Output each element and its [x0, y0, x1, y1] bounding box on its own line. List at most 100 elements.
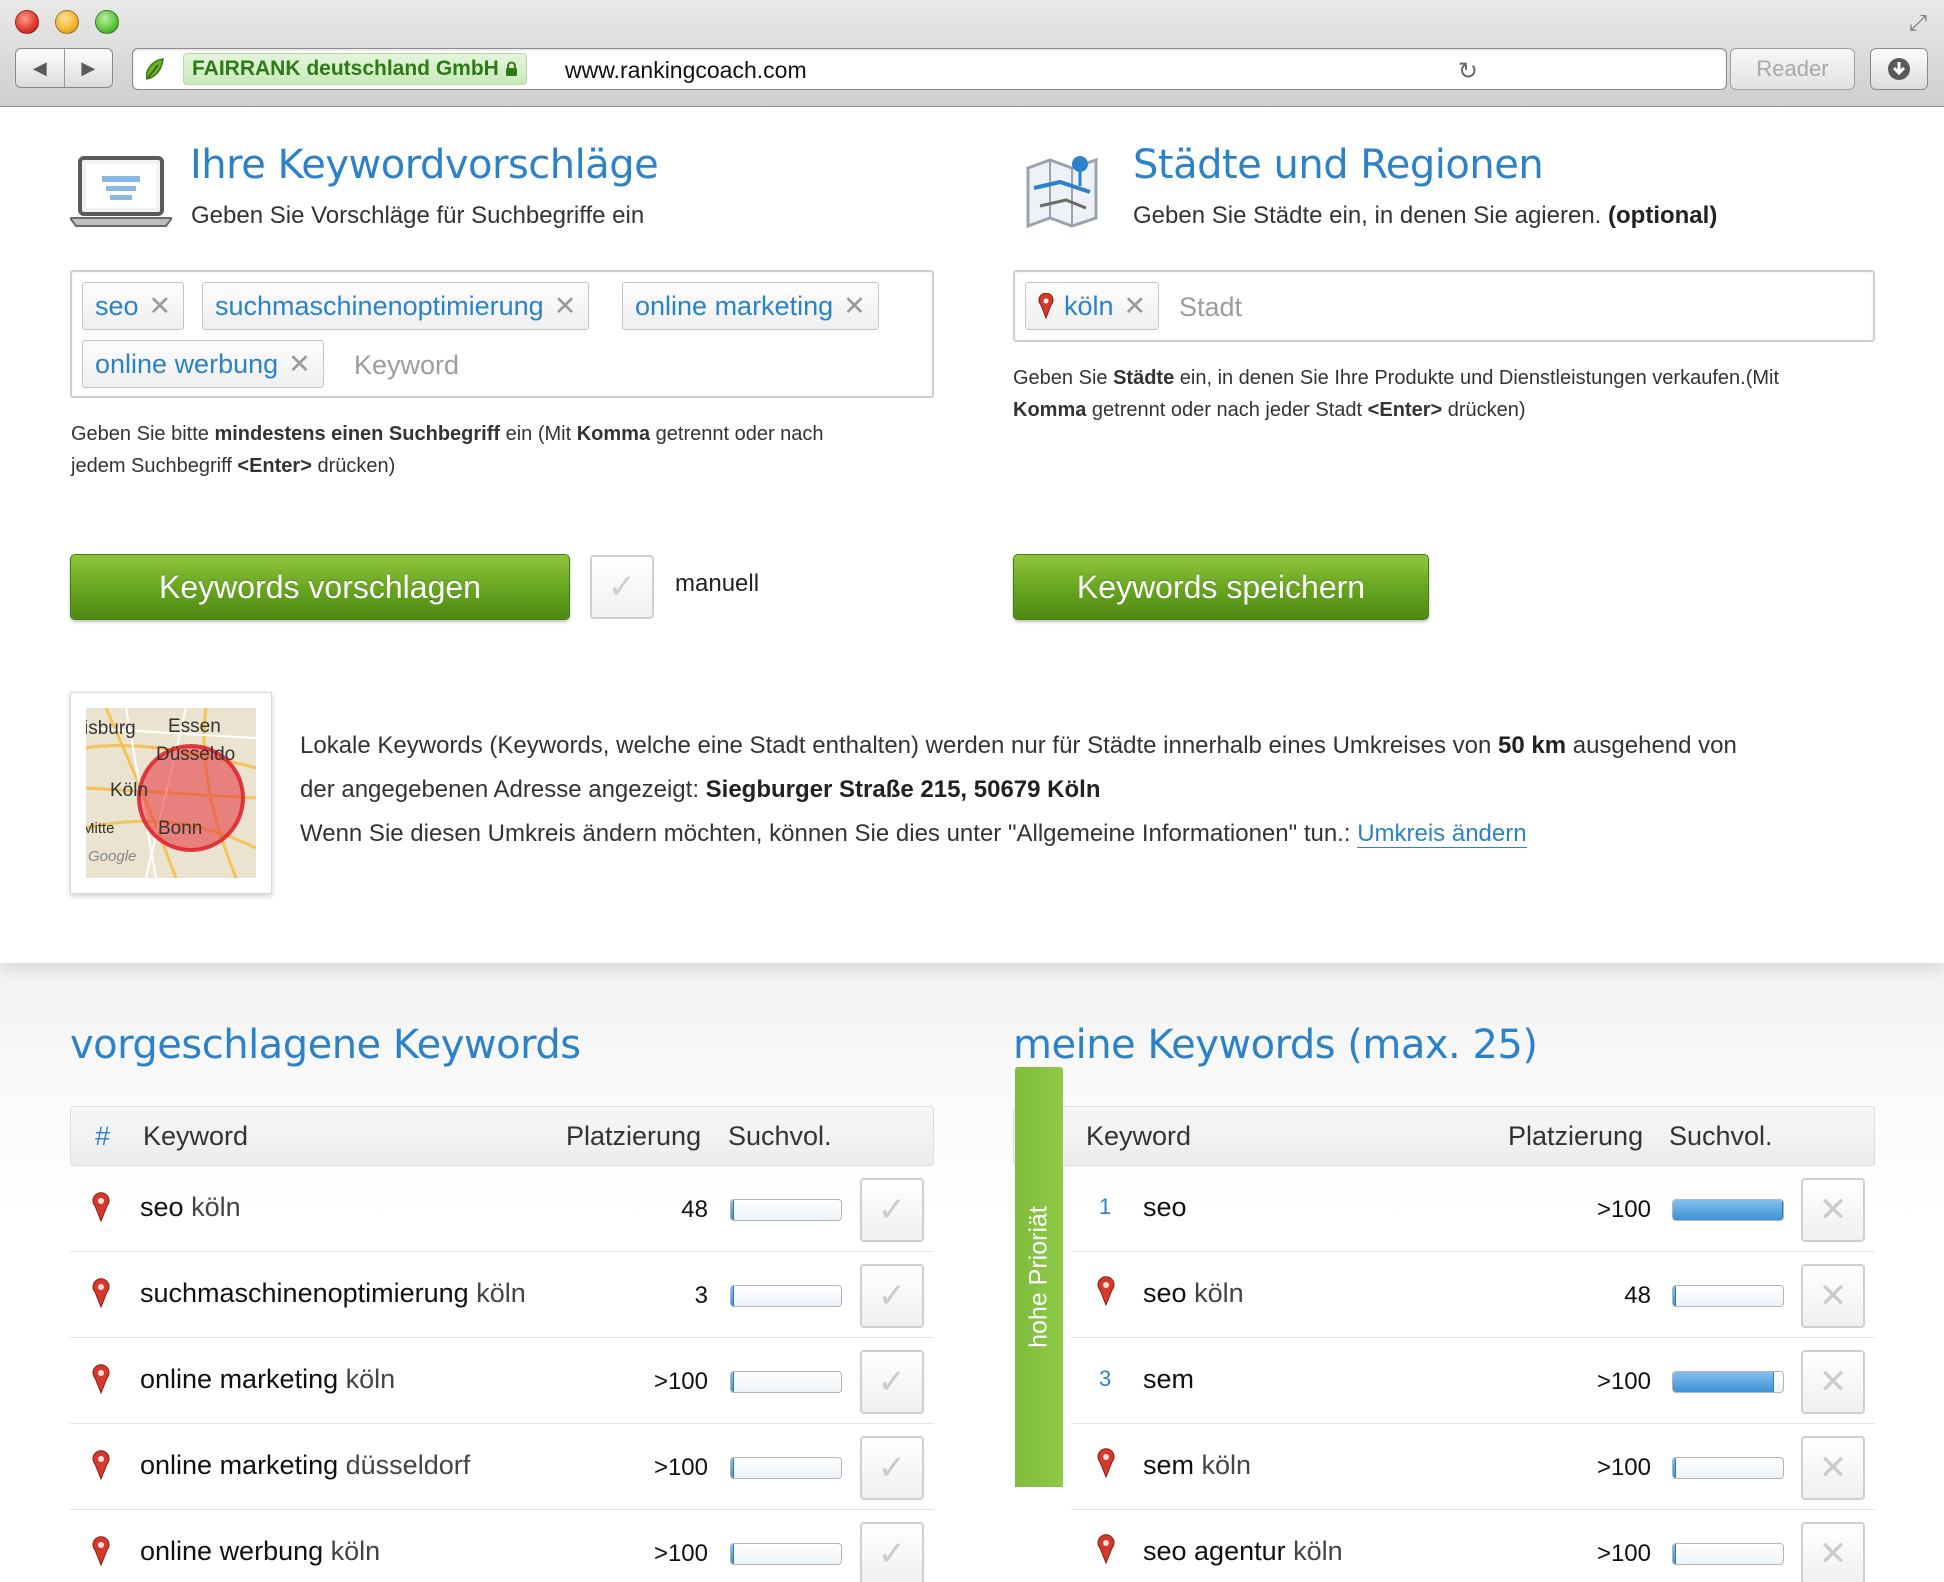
- placement-value: >100: [1596, 1454, 1651, 1481]
- minimize-window-button[interactable]: [55, 10, 79, 34]
- table-row[interactable]: online werbung köln >100 ✓: [70, 1510, 934, 1582]
- column-header-placement[interactable]: Platzierung: [1508, 1121, 1643, 1152]
- keyword-city: köln: [1194, 1278, 1244, 1308]
- remove-tag-icon[interactable]: ✕: [843, 291, 866, 322]
- table-row[interactable]: online marketing düsseldorf >100 ✓: [70, 1424, 934, 1510]
- search-volume-fill: [731, 1544, 734, 1564]
- keyword-city: köln: [330, 1536, 381, 1566]
- hint-text: Geben Sie bitte: [71, 423, 215, 445]
- search-volume-fill: [731, 1200, 734, 1220]
- add-keyword-button[interactable]: ✓: [860, 1178, 924, 1242]
- priority-label: hohe Prioriät: [1024, 1206, 1053, 1348]
- table-row[interactable]: seo köln 48 ✓: [70, 1166, 934, 1252]
- checkmark-icon: ✓: [877, 1363, 907, 1401]
- keyword-tag[interactable]: online werbung ✕: [82, 340, 324, 388]
- info-text: ausgehend von: [1566, 732, 1737, 759]
- add-keyword-button[interactable]: ✓: [860, 1522, 924, 1582]
- column-header-placement[interactable]: Platzierung: [566, 1121, 701, 1152]
- remove-keyword-button[interactable]: ✕: [1801, 1350, 1865, 1414]
- keyword-tag-input[interactable]: seo ✕ suchmaschinenoptimierung ✕ online …: [70, 270, 934, 398]
- remove-tag-icon[interactable]: ✕: [288, 349, 311, 380]
- column-header-volume[interactable]: Suchvol.: [1669, 1121, 1773, 1152]
- city-tag-label: köln: [1064, 290, 1114, 321]
- keyword-text: sem: [1143, 1364, 1194, 1395]
- keyword-text: online werbung köln: [140, 1536, 380, 1567]
- keyword-text: seo köln: [1143, 1278, 1244, 1309]
- address-bar[interactable]: FAIRRANK deutschland GmbH www.rankingcoa…: [132, 48, 1727, 90]
- search-volume-bar: [730, 1199, 842, 1221]
- search-volume-fill: [1673, 1286, 1676, 1306]
- reload-icon[interactable]: ↻: [1458, 57, 1478, 86]
- location-pin-icon: [92, 1364, 110, 1394]
- remove-keyword-button[interactable]: ✕: [1801, 1264, 1865, 1328]
- my-keywords-table-header: # Keyword Platzierung Suchvol.: [1013, 1106, 1875, 1166]
- remove-tag-icon[interactable]: ✕: [554, 291, 577, 322]
- keyword-input[interactable]: Keyword: [354, 350, 459, 381]
- keyword-term: seo agentur: [1143, 1536, 1286, 1566]
- city-tag-input[interactable]: köln ✕ Stadt: [1013, 270, 1875, 342]
- add-keyword-button[interactable]: ✓: [860, 1350, 924, 1414]
- search-volume-bar: [1672, 1199, 1784, 1221]
- suggested-keywords-list: seo köln 48 ✓ suchmaschinenoptimierung köln…: [70, 1166, 934, 1582]
- downloads-button[interactable]: [1870, 48, 1928, 90]
- table-row[interactable]: sem köln >100 ✕: [1071, 1424, 1875, 1510]
- hint-text: drücken): [1442, 399, 1526, 421]
- search-volume-bar: [730, 1371, 842, 1393]
- column-header-keyword[interactable]: Keyword: [1086, 1121, 1191, 1152]
- keyword-term: sem: [1143, 1450, 1195, 1480]
- remove-keyword-button[interactable]: ✕: [1801, 1522, 1865, 1582]
- change-radius-link[interactable]: Umkreis ändern: [1357, 820, 1527, 848]
- keyword-text: suchmaschinenoptimierung köln: [140, 1278, 526, 1309]
- city-hint: Geben Sie Städte ein, in denen Sie Ihre …: [1013, 362, 1893, 426]
- keyword-city: köln: [476, 1278, 526, 1308]
- keyword-term: suchmaschinenoptimierung: [140, 1278, 469, 1308]
- keyword-suggestions-title: Ihre Keywordvorschläge: [190, 142, 659, 188]
- search-volume-fill: [1673, 1200, 1783, 1220]
- zoom-window-button[interactable]: [95, 10, 119, 34]
- column-header-volume[interactable]: Suchvol.: [728, 1121, 832, 1152]
- city-map-icon: [1026, 156, 1098, 229]
- table-row[interactable]: 3 sem >100 ✕: [1071, 1338, 1875, 1424]
- keyword-city: köln: [345, 1364, 396, 1394]
- ev-certificate-badge[interactable]: FAIRRANK deutschland GmbH: [183, 53, 527, 85]
- keyword-tag[interactable]: seo ✕: [82, 282, 185, 330]
- placement-value: >100: [653, 1368, 708, 1395]
- column-header-keyword[interactable]: Keyword: [143, 1121, 248, 1152]
- remove-keyword-button[interactable]: ✕: [1801, 1436, 1865, 1500]
- checkmark-icon: ✓: [877, 1449, 907, 1487]
- remove-tag-icon[interactable]: ✕: [1124, 291, 1147, 322]
- forward-button[interactable]: ▶: [63, 49, 113, 87]
- save-keywords-button[interactable]: Keywords speichern: [1013, 554, 1429, 620]
- radius-map-thumbnail[interactable]: isburg Essen Düsseldo Köln Bonn Mitte Go…: [70, 692, 272, 894]
- location-pin-icon: [92, 1450, 110, 1480]
- site-favicon-icon: [145, 58, 164, 80]
- close-icon: ✕: [1818, 1535, 1848, 1573]
- table-row[interactable]: suchmaschinenoptimierung köln 3 ✓: [70, 1252, 934, 1338]
- add-keyword-button[interactable]: ✓: [860, 1264, 924, 1328]
- table-row[interactable]: 1 seo >100 ✕: [1071, 1166, 1875, 1252]
- checkmark-icon: ✓: [877, 1535, 907, 1573]
- remove-tag-icon[interactable]: ✕: [149, 291, 172, 322]
- fullscreen-icon[interactable]: ⤢: [1906, 12, 1930, 36]
- remove-keyword-button[interactable]: ✕: [1801, 1178, 1865, 1242]
- back-button[interactable]: ◀: [16, 49, 64, 87]
- city-input[interactable]: Stadt: [1179, 292, 1242, 323]
- local-keywords-info: Lokale Keywords (Keywords, welche eine S…: [300, 724, 1900, 856]
- suggest-keywords-button[interactable]: Keywords vorschlagen: [70, 554, 570, 620]
- hint-text: getrennt oder nach: [650, 423, 824, 445]
- table-row[interactable]: seo agentur köln >100 ✕: [1071, 1510, 1875, 1582]
- table-row[interactable]: seo köln 48 ✕: [1071, 1252, 1875, 1338]
- city-tag[interactable]: köln ✕: [1025, 282, 1160, 330]
- location-pin-icon: [92, 1536, 110, 1566]
- manual-checkbox[interactable]: ✓: [590, 555, 654, 619]
- keyword-tag[interactable]: online marketing ✕: [622, 282, 879, 330]
- close-window-button[interactable]: [15, 10, 39, 34]
- keyword-term: seo: [1143, 1192, 1187, 1222]
- search-volume-fill: [1673, 1372, 1775, 1392]
- reader-button[interactable]: Reader: [1730, 48, 1855, 90]
- table-row[interactable]: online marketing köln >100 ✓: [70, 1338, 934, 1424]
- keyword-tag[interactable]: suchmaschinenoptimierung ✕: [202, 282, 590, 330]
- add-keyword-button[interactable]: ✓: [860, 1436, 924, 1500]
- url-text: www.rankingcoach.com: [565, 57, 807, 83]
- checkmark-icon: ✓: [877, 1191, 907, 1229]
